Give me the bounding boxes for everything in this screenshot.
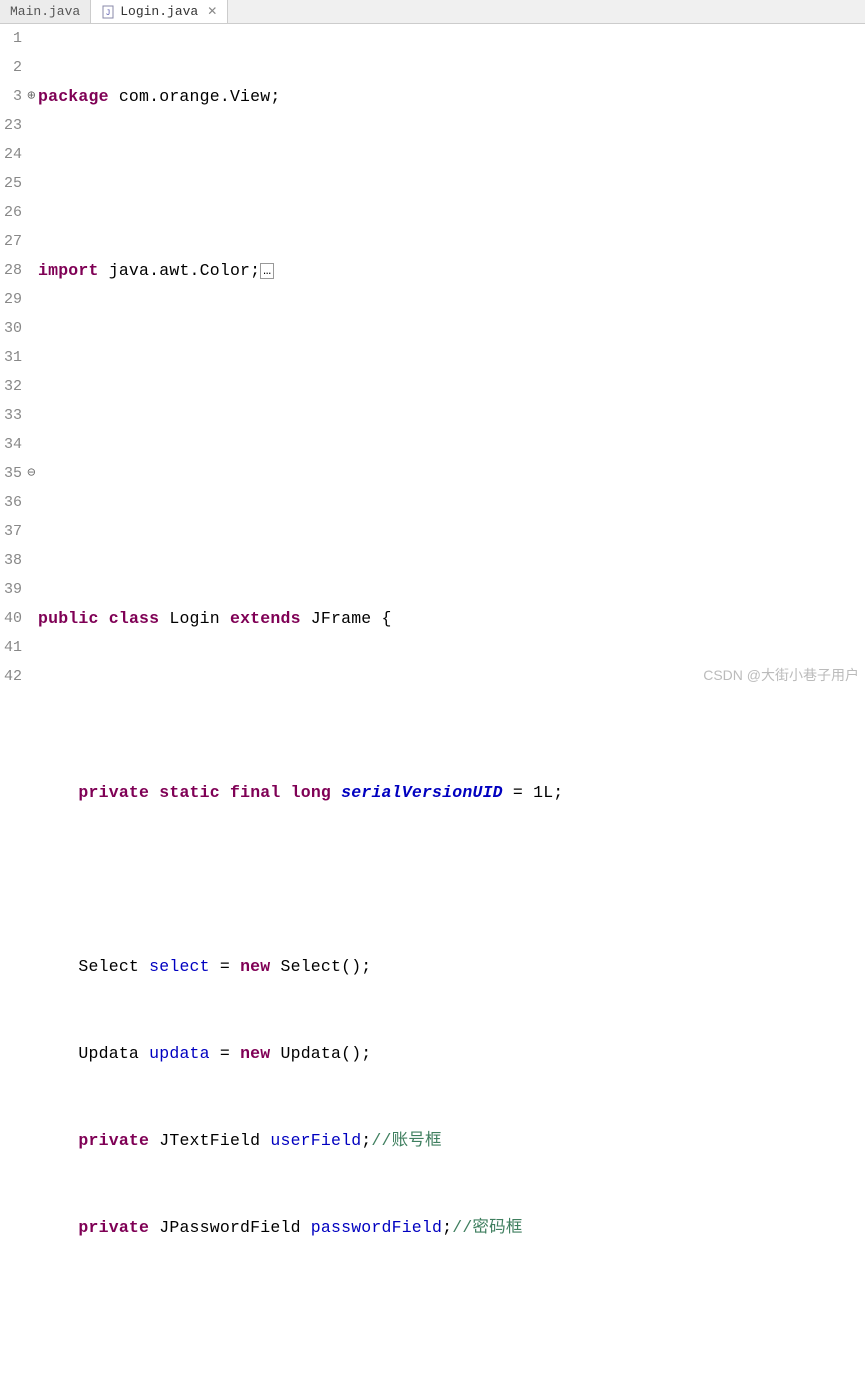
code-line <box>36 1300 865 1329</box>
line-number: 33 <box>2 401 22 430</box>
line-number: 30 <box>2 314 22 343</box>
code-line <box>36 691 865 720</box>
line-number: 26 <box>2 198 22 227</box>
line-number: 41 <box>2 633 22 662</box>
java-file-icon: J <box>101 5 115 19</box>
line-number: 35⊖ <box>2 459 22 488</box>
line-number: 28 <box>2 256 22 285</box>
collapsed-indicator[interactable]: … <box>260 263 274 279</box>
code-editor[interactable]: 1 2 3⊕ 23 24 25 26 27 28 29 30 31 32 33 … <box>0 24 865 691</box>
code-line: public class Login extends JFrame { <box>36 604 865 633</box>
code-line: Select select = new Select(); <box>36 952 865 981</box>
watermark-text: CSDN @大街小巷子用户 <box>703 665 859 685</box>
line-number: 3⊕ <box>2 82 22 111</box>
code-area[interactable]: package com.orange.View; import java.awt… <box>30 24 865 691</box>
line-number: 38 <box>2 546 22 575</box>
tab-login-java[interactable]: J Login.java ✕ <box>91 0 228 23</box>
code-line: private JTextField userField;//账号框 <box>36 1126 865 1155</box>
close-icon[interactable]: ✕ <box>207 4 217 19</box>
code-line: private static final long serialVersionU… <box>36 778 865 807</box>
code-line <box>36 430 865 459</box>
line-number: 2 <box>2 53 22 82</box>
line-number: 34 <box>2 430 22 459</box>
fold-expand-icon[interactable]: ⊕ <box>27 82 36 111</box>
fold-collapse-icon[interactable]: ⊖ <box>27 459 36 488</box>
code-line <box>36 343 865 372</box>
line-number: 24 <box>2 140 22 169</box>
line-gutter: 1 2 3⊕ 23 24 25 26 27 28 29 30 31 32 33 … <box>0 24 30 691</box>
code-line: package com.orange.View; <box>36 82 865 111</box>
line-number: 36 <box>2 488 22 517</box>
tab-bar: Main.java J Login.java ✕ <box>0 0 865 24</box>
code-line: import java.awt.Color;… <box>36 256 865 285</box>
svg-text:J: J <box>106 9 111 18</box>
code-line: Updata updata = new Updata(); <box>36 1039 865 1068</box>
line-number: 40 <box>2 604 22 633</box>
tab-label: Main.java <box>10 4 80 19</box>
tab-main-java[interactable]: Main.java <box>0 0 91 23</box>
code-line <box>36 517 865 546</box>
line-number: 23 <box>2 111 22 140</box>
line-number: 1 <box>2 24 22 53</box>
tab-label: Login.java <box>120 4 198 19</box>
line-number: 29 <box>2 285 22 314</box>
code-line: private JPasswordField passwordField;//密… <box>36 1213 865 1242</box>
line-number: 42 <box>2 662 22 691</box>
code-line <box>36 865 865 894</box>
line-number: 31 <box>2 343 22 372</box>
code-line <box>36 169 865 198</box>
line-number: 25 <box>2 169 22 198</box>
line-number: 39 <box>2 575 22 604</box>
line-number: 37 <box>2 517 22 546</box>
line-number: 32 <box>2 372 22 401</box>
line-number: 27 <box>2 227 22 256</box>
